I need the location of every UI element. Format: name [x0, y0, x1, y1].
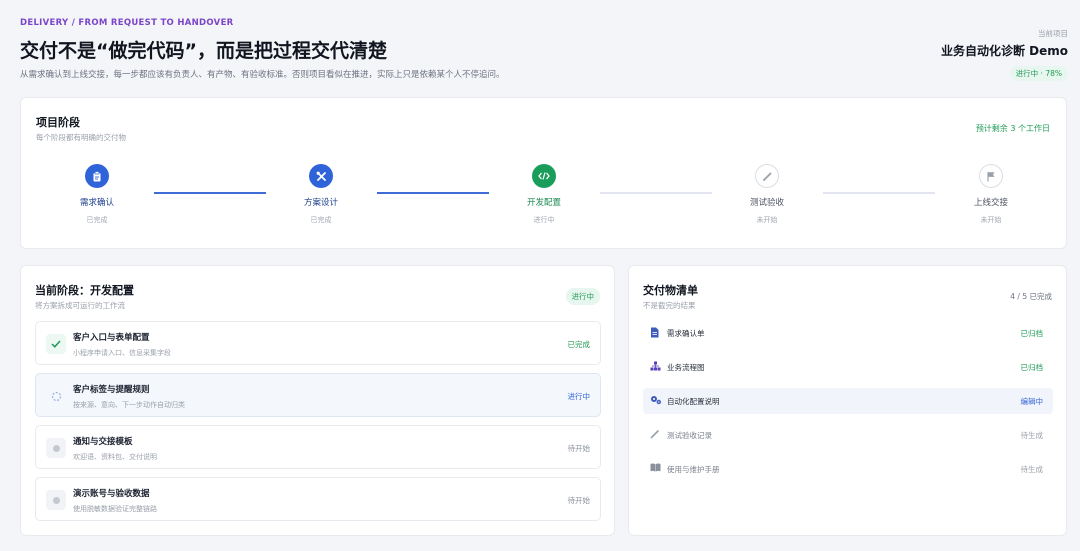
current-stage-status-badge: 进行中 — [565, 288, 600, 305]
document-icon — [650, 327, 659, 342]
book-icon — [650, 463, 661, 476]
stages-eta: 预计剩余 3 个工作日 — [975, 124, 1050, 133]
deliverables-card: 交付物清单 不是截完的结果 4 / 5 已完成 需求确认单 已归档 业务流程图 … — [628, 265, 1067, 536]
project-status-badge: 进行中 · 78% — [1009, 66, 1068, 81]
task-status: 已完成 — [567, 340, 591, 349]
task-status: 进行中 — [567, 392, 591, 401]
task-item[interactable]: 客户标签与提醒规则 按来源、意向、下一步动作自动归类 进行中 — [35, 373, 601, 417]
current-stage-subtitle: 将方案拆成可运行的工作流 — [35, 301, 125, 310]
task-desc: 使用脱敏数据验证完整链路 — [73, 505, 157, 513]
task-title: 客户入口与表单配置 — [73, 333, 150, 343]
deliverable-name: 业务流程图 — [667, 363, 705, 372]
deliverable-status: 已归档 — [1020, 363, 1044, 372]
stage-connector — [823, 192, 935, 194]
deliverable-status: 已归档 — [1020, 329, 1044, 338]
stage-state: 未开始 — [756, 216, 778, 224]
task-item[interactable]: 演示账号与验收数据 使用脱敏数据验证完整链路 待开始 — [35, 477, 601, 521]
flag-icon — [979, 164, 1003, 188]
project-label: 当前项目 — [1038, 29, 1068, 38]
dot-icon — [46, 438, 66, 458]
flowchart-icon — [650, 361, 661, 375]
stage-name: 需求确认 — [79, 198, 114, 208]
page-subtitle: 从需求确认到上线交接，每一步都应该有负责人、有产物、有验收标准。否则项目看似在推… — [20, 70, 505, 80]
pencil-icon — [755, 164, 779, 188]
stage-connector — [377, 192, 489, 194]
task-title: 演示账号与验收数据 — [73, 489, 150, 499]
task-item[interactable]: 客户入口与表单配置 小程序申请入口、信息采集字段 已完成 — [35, 321, 601, 365]
code-icon — [532, 164, 556, 188]
stage-design[interactable]: 方案设计 已完成 — [261, 164, 381, 225]
task-title: 客户标签与提醒规则 — [73, 385, 150, 395]
stage-testing[interactable]: 测试验收 未开始 — [707, 164, 827, 225]
deliverable-status: 编辑中 — [1020, 397, 1044, 406]
stage-connector — [154, 192, 266, 194]
deliverables-count: 4 / 5 已完成 — [1010, 292, 1052, 301]
deliverables-subtitle: 不是截完的结果 — [643, 301, 696, 310]
deliverable-name: 使用与维护手册 — [667, 465, 720, 474]
stage-development[interactable]: 开发配置 进行中 — [484, 164, 604, 225]
clipboard-icon — [85, 164, 109, 188]
deliverable-item[interactable]: 使用与维护手册 待生成 — [643, 456, 1053, 482]
stage-name: 上线交接 — [973, 198, 1008, 208]
stage-state: 未开始 — [980, 216, 1002, 224]
task-status: 待开始 — [567, 444, 591, 453]
deliverable-name: 需求确认单 — [667, 329, 705, 338]
deliverables-title: 交付物清单 — [643, 284, 698, 297]
stage-requirements[interactable]: 需求确认 已完成 — [37, 164, 157, 225]
eyebrow-label: DELIVERY / FROM REQUEST TO HANDOVER — [20, 18, 234, 28]
deliverable-name: 测试验收记录 — [667, 431, 712, 440]
stage-state: 进行中 — [533, 216, 555, 224]
stage-connector — [600, 192, 712, 194]
stage-name: 方案设计 — [303, 198, 338, 208]
current-stage-title: 当前阶段：开发配置 — [35, 284, 134, 297]
project-name: 业务自动化诊断 Demo — [940, 44, 1068, 58]
project-stages-card: 项目阶段 每个阶段都有明确的交付物 预计剩余 3 个工作日 需求确认 已完成 方… — [20, 97, 1067, 249]
deliverable-status: 待生成 — [1020, 431, 1044, 440]
task-desc: 小程序申请入口、信息采集字段 — [73, 349, 171, 357]
check-icon — [46, 334, 66, 354]
tools-icon — [309, 164, 333, 188]
task-desc: 按来源、意向、下一步动作自动归类 — [73, 401, 185, 409]
gears-icon — [650, 395, 662, 409]
page-title: 交付不是“做完代码”，而是把过程交代清楚 — [20, 40, 387, 62]
task-desc: 欢迎语、资料包、交付说明 — [73, 453, 157, 461]
task-title: 通知与交接模板 — [73, 437, 133, 447]
deliverable-status: 待生成 — [1020, 465, 1044, 474]
stage-state: 已完成 — [86, 216, 108, 224]
current-stage-card: 当前阶段：开发配置 将方案拆成可运行的工作流 进行中 客户入口与表单配置 小程序… — [20, 265, 615, 536]
deliverable-item[interactable]: 需求确认单 已归档 — [643, 320, 1053, 346]
stage-state: 已完成 — [310, 216, 332, 224]
deliverable-name: 自动化配置说明 — [667, 397, 720, 406]
pencil-icon — [650, 429, 660, 443]
dot-icon — [46, 490, 66, 510]
stages-subtitle: 每个阶段都有明确的交付物 — [36, 133, 126, 142]
deliverable-item[interactable]: 测试验收记录 待生成 — [643, 422, 1053, 448]
deliverable-item[interactable]: 业务流程图 已归档 — [643, 354, 1053, 380]
deliverable-item[interactable]: 自动化配置说明 编辑中 — [643, 388, 1053, 414]
stages-title: 项目阶段 — [36, 116, 80, 129]
stage-name: 测试验收 — [749, 198, 784, 208]
task-item[interactable]: 通知与交接模板 欢迎语、资料包、交付说明 待开始 — [35, 425, 601, 469]
stage-handover[interactable]: 上线交接 未开始 — [931, 164, 1051, 225]
spinner-icon — [46, 386, 66, 406]
stage-name: 开发配置 — [526, 198, 561, 208]
task-status: 待开始 — [567, 496, 591, 505]
